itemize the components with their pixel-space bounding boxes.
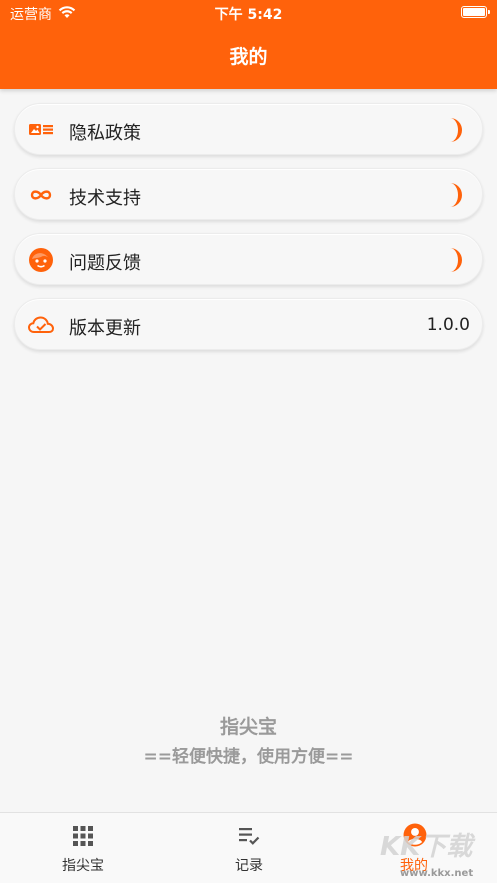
tab-home[interactable]: 指尖宝 xyxy=(0,813,166,883)
menu-item-version-update[interactable]: 版本更新 1.0.0 xyxy=(14,298,483,350)
menu-item-label: 隐私政策 xyxy=(69,123,141,144)
crescent-arrow-icon xyxy=(450,248,462,272)
menu-item-label: 问题反馈 xyxy=(69,253,141,274)
battery-icon xyxy=(461,6,490,18)
crescent-arrow-icon xyxy=(450,183,462,207)
watermark: KK下载 www.kkx.net xyxy=(378,826,496,882)
infinity-icon xyxy=(30,190,52,200)
list-check-icon xyxy=(239,828,260,845)
tab-records[interactable]: 记录 xyxy=(166,813,332,883)
page-title: 我的 xyxy=(229,46,268,68)
watermark-brand: KK下载 xyxy=(380,832,473,862)
grid-icon xyxy=(73,826,93,846)
slogan-subtitle: ==轻便快捷，使用方便== xyxy=(143,747,354,767)
settings-list: 隐私政策 技术支持 问题反馈 版本更新 1.0.0 xyxy=(14,103,483,363)
menu-item-privacy-policy[interactable]: 隐私政策 xyxy=(14,103,483,155)
screen: 运营商 下午 5:42 我的 隐私政策 技术支持 问题反馈 版本更新 1.0.0… xyxy=(0,0,497,883)
version-value: 1.0.0 xyxy=(426,315,470,335)
id-card-icon xyxy=(29,124,53,135)
menu-item-label: 技术支持 xyxy=(69,188,141,209)
status-time: 下午 5:42 xyxy=(214,7,283,23)
face-icon xyxy=(29,248,53,272)
top-bar: 运营商 下午 5:42 我的 xyxy=(0,0,497,89)
cloud-check-icon xyxy=(27,316,55,333)
watermark-url: www.kkx.net xyxy=(400,868,474,879)
menu-item-tech-support[interactable]: 技术支持 xyxy=(14,168,483,220)
tab-label: 指尖宝 xyxy=(62,858,104,874)
menu-item-feedback[interactable]: 问题反馈 xyxy=(14,233,483,285)
status-bar: 运营商 下午 5:42 xyxy=(0,0,497,26)
crescent-arrow-icon xyxy=(450,118,462,142)
tab-label: 记录 xyxy=(235,858,263,874)
menu-item-label: 版本更新 xyxy=(69,318,141,339)
slogan-title: 指尖宝 xyxy=(219,716,277,738)
